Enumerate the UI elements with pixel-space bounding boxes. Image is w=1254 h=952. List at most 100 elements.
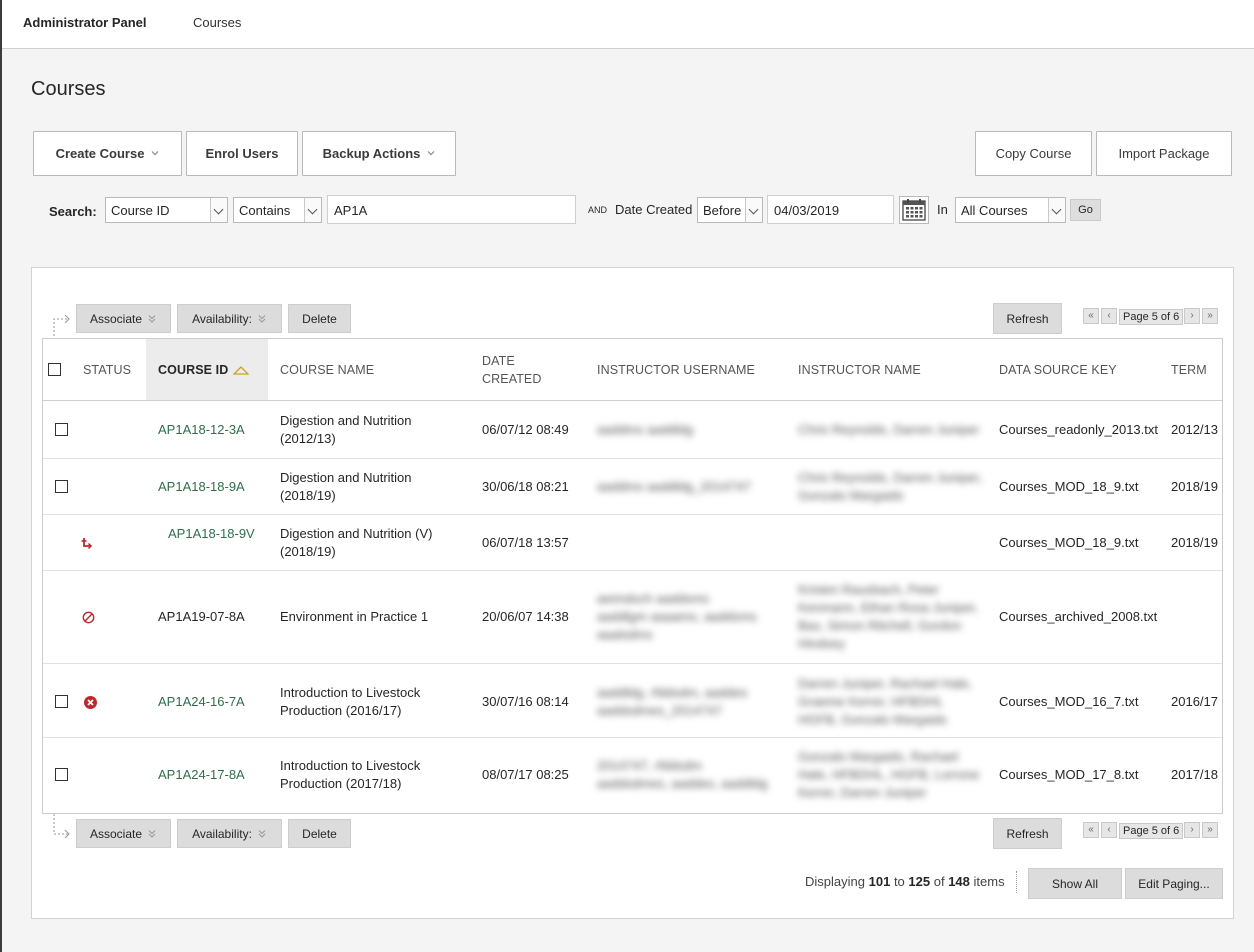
course-id-link[interactable]: AP1A18-18-9A [158, 478, 245, 496]
search-field-select[interactable]: Course ID [105, 197, 228, 223]
course-name: Digestion and Nutrition (V) (2018/19) [280, 525, 432, 561]
search-operator-value: Contains [239, 203, 291, 218]
table-row: AP1A19-07-8A Environment in Practice 1 2… [43, 571, 1222, 663]
show-all-button[interactable]: Show All [1028, 868, 1122, 899]
edit-paging-button[interactable]: Edit Paging... [1125, 868, 1223, 899]
row-checkbox[interactable] [55, 695, 68, 708]
refresh-button-bottom[interactable]: Refresh [993, 818, 1062, 849]
instructor-username: aaddms aaddldg [597, 422, 694, 437]
instructor-name-line: Hindsey [798, 636, 845, 651]
instructor-name-line: HGFB, Gonzalo Margaids [798, 712, 947, 727]
data-source-key: Courses_MOD_16_7.txt [999, 694, 1139, 709]
availability-button-bottom[interactable]: Availability: [177, 819, 282, 848]
double-chevron-down-icon [148, 829, 156, 838]
date-created: 20/06/07 14:38 [482, 609, 569, 624]
column-header-data-source-key[interactable]: DATA SOURCE KEY [999, 339, 1159, 400]
associate-label: Associate [89, 311, 143, 326]
data-source-key: Courses_MOD_18_9.txt [999, 479, 1139, 494]
course-name-line: (2012/13) [280, 431, 336, 446]
scope-select[interactable]: All Courses [955, 197, 1066, 223]
last-page-icon[interactable]: » [1202, 822, 1218, 838]
search-input[interactable]: AP1A [327, 195, 576, 224]
import-package-button[interactable]: Import Package [1096, 131, 1232, 176]
next-page-icon[interactable]: › [1184, 308, 1200, 324]
chevron-down-icon [210, 198, 227, 222]
search-operator-select[interactable]: Contains [233, 197, 322, 223]
pager-bottom: « ‹ Page 5 of 6 › » [1083, 822, 1223, 840]
next-page-icon[interactable]: › [1184, 822, 1200, 838]
row-checkbox[interactable] [55, 423, 68, 436]
first-page-icon[interactable]: « [1083, 308, 1099, 324]
course-name-line: (2018/19) [280, 544, 336, 559]
first-page-icon[interactable]: « [1083, 822, 1099, 838]
date-created: 08/07/17 08:25 [482, 767, 569, 782]
row-checkbox[interactable] [55, 480, 68, 493]
prev-page-icon[interactable]: ‹ [1101, 822, 1117, 838]
prev-page-icon[interactable]: ‹ [1101, 308, 1117, 324]
instructor-name: Chris Reynolds, Darren Juniper, Gonzalo … [798, 469, 982, 505]
date-operator-select[interactable]: Before [697, 197, 763, 223]
course-id-link[interactable]: AP1A18-18-9V [168, 525, 255, 543]
breadcrumb-courses[interactable]: Courses [193, 15, 241, 30]
delete-button-bottom[interactable]: Delete [288, 819, 351, 848]
availability-button-top[interactable]: Availability: [177, 304, 282, 333]
delete-button-top[interactable]: Delete [288, 304, 351, 333]
data-source-key: Courses_MOD_17_8.txt [999, 767, 1139, 782]
create-course-button[interactable]: Create Course [33, 131, 182, 176]
course-id-link[interactable]: AP1A24-16-7A [158, 693, 245, 711]
instructor-username: aaddldg, rfddsdm, aaddes aaddsdmes_20147… [597, 684, 747, 720]
availability-label: Availability: [192, 311, 252, 326]
chevron-down-icon [427, 150, 435, 155]
term: 2018/19 [1171, 535, 1218, 550]
course-name-line: Introduction to Livestock [280, 685, 421, 700]
date-created: 30/06/18 08:21 [482, 479, 569, 494]
row-checkbox[interactable] [55, 768, 68, 781]
date-created-label: Date Created [615, 202, 693, 217]
items-word: items [973, 874, 1005, 889]
associate-button-bottom[interactable]: Associate [76, 819, 171, 848]
column-header-term[interactable]: TERM [1171, 339, 1222, 400]
select-all-checkbox[interactable] [48, 363, 61, 376]
column-header-date-created[interactable]: DATE CREATED [482, 339, 562, 400]
to-word: to [893, 874, 905, 889]
instructor-name: Darren Juniper, Rachael Hale, Graeme Ker… [798, 675, 972, 729]
enrol-users-label: Enrol Users [205, 146, 279, 161]
data-source-key: Courses_readonly_2013.txt [999, 422, 1158, 437]
course-id-link[interactable]: AP1A18-12-3A [158, 421, 245, 439]
date-created-header-label: DATE CREATED [482, 353, 542, 386]
term: 2017/18 [1171, 767, 1218, 782]
copy-course-label: Copy Course [995, 146, 1072, 161]
table-row: AP1A18-18-9A Digestion and Nutrition (20… [43, 459, 1222, 514]
column-header-course-id[interactable]: COURSE ID [146, 339, 268, 400]
column-header-instructor-username[interactable]: INSTRUCTOR USERNAME [597, 339, 787, 400]
go-button[interactable]: Go [1070, 199, 1101, 221]
instructor-username: aeimdsch aaddsms aaddlgm aaaams, aaddsms… [597, 590, 757, 644]
instructor-name-line: Darren Juniper, Rachael Hale, [798, 676, 973, 691]
course-name-line: Introduction to Livestock [280, 758, 421, 773]
instructor-name-line: Bax, Simon Ritchell, Gordon [798, 618, 962, 633]
column-header-status[interactable]: STATUS [83, 339, 143, 400]
table-row: AP1A24-16-7A Introduction to Livestock P… [43, 664, 1222, 737]
date-input[interactable]: 04/03/2019 [767, 195, 894, 224]
instructor-name: Kristen Rausbach, Peter Kenmann, Ethan R… [798, 581, 978, 653]
associate-button-top[interactable]: Associate [76, 304, 171, 333]
course-id-link[interactable]: AP1A24-17-8A [158, 766, 245, 784]
page-indicator: Page 5 of 6 [1119, 823, 1184, 839]
instructor-username-line: aaddldg, rfddsdm, aaddes [597, 685, 748, 700]
copy-course-button[interactable]: Copy Course [975, 131, 1092, 176]
backup-actions-label: Backup Actions [322, 146, 421, 161]
backup-actions-button[interactable]: Backup Actions [302, 131, 456, 176]
enrol-users-button[interactable]: Enrol Users [186, 131, 298, 176]
admin-panel-link[interactable]: Administrator Panel [23, 15, 147, 30]
date-created: 06/07/12 08:49 [482, 422, 569, 437]
column-header-instructor-name[interactable]: INSTRUCTOR NAME [798, 339, 988, 400]
calendar-button[interactable] [899, 196, 929, 224]
last-page-icon[interactable]: » [1202, 308, 1218, 324]
displaying-items-text: Displaying 101 to 125 of 148 items [805, 874, 1005, 889]
term: 2016/17 [1171, 694, 1218, 709]
create-course-label: Create Course [55, 146, 145, 161]
instructor-name-line: Chris Reynolds, Darren Juniper, [798, 470, 983, 485]
table-row: AP1A18-12-3A Digestion and Nutrition (20… [43, 401, 1222, 458]
column-header-course-name[interactable]: COURSE NAME [280, 339, 460, 400]
refresh-button-top[interactable]: Refresh [993, 303, 1062, 334]
